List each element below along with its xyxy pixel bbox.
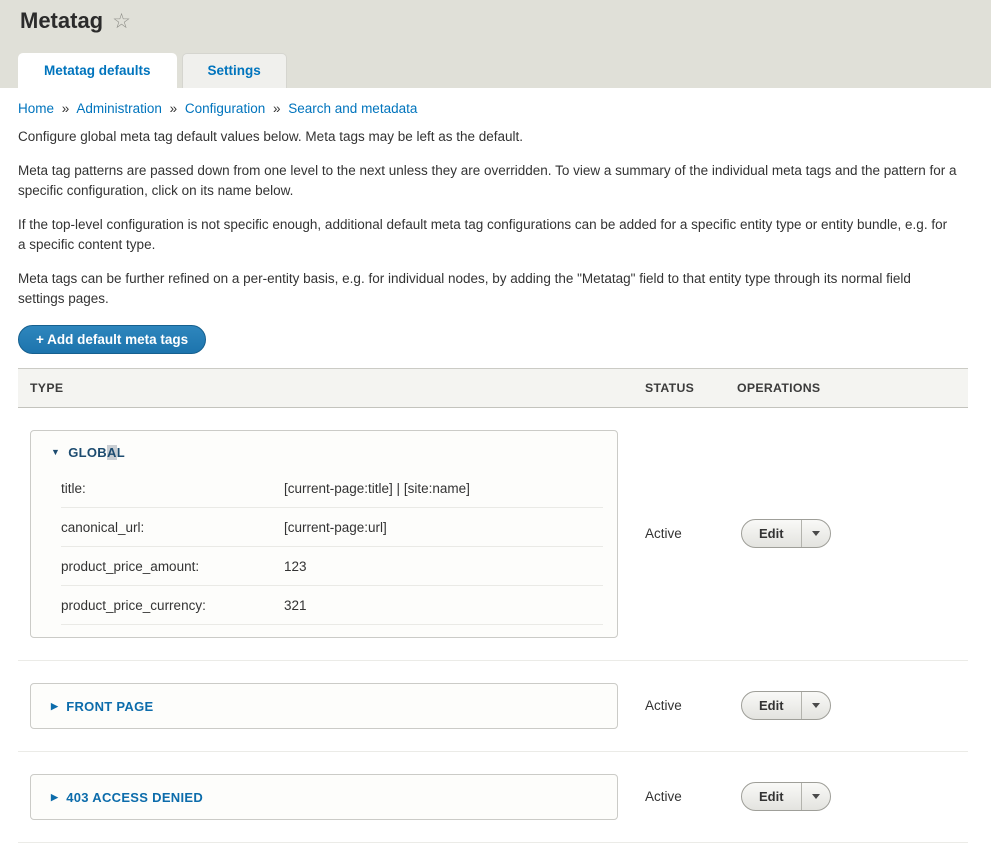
- status-badge: Active: [645, 526, 682, 541]
- status-badge: Active: [645, 789, 682, 804]
- meta-field-row: product_price_amount: 123: [61, 547, 603, 586]
- column-header-type: TYPE: [18, 381, 618, 395]
- page-header: Metatag ☆ Metatag defaults Settings: [0, 0, 991, 88]
- edit-split-button: Edit: [741, 691, 831, 720]
- collapse-expanded-icon: ▼: [51, 448, 60, 457]
- edit-dropdown-toggle[interactable]: [802, 783, 830, 810]
- breadcrumb-separator: »: [170, 101, 178, 116]
- fieldset-legend-403-access-denied[interactable]: ▶ 403 ACCESS DENIED: [31, 775, 617, 819]
- legend-text: FRONT PAGE: [66, 699, 153, 714]
- main-content: Home » Administration » Configuration » …: [0, 88, 991, 843]
- breadcrumb-link-administration[interactable]: Administration: [76, 101, 162, 116]
- page-title: Metatag ☆: [0, 0, 991, 34]
- meta-field-value: 123: [284, 559, 603, 574]
- page-title-text: Metatag: [20, 8, 103, 34]
- edit-split-button: Edit: [741, 782, 831, 811]
- fieldset-legend-global[interactable]: ▼ GLOBAL: [31, 431, 617, 469]
- intro-paragraph-1: Configure global meta tag default values…: [18, 127, 958, 148]
- meta-field-row: title: [current-page:title] | [site:name…: [61, 469, 603, 508]
- breadcrumb-separator: »: [62, 101, 70, 116]
- meta-field-label: product_price_currency:: [61, 598, 284, 613]
- meta-field-row: canonical_url: [current-page:url]: [61, 508, 603, 547]
- table-row-403-access-denied: ▶ 403 ACCESS DENIED Active Edit: [18, 752, 968, 843]
- edit-button[interactable]: Edit: [742, 520, 802, 547]
- fieldset-403-access-denied: ▶ 403 ACCESS DENIED: [30, 774, 618, 820]
- tab-settings[interactable]: Settings: [182, 53, 287, 88]
- meta-field-label: canonical_url:: [61, 520, 284, 535]
- legend-text: GLOBAL: [68, 445, 125, 460]
- meta-field-value: [current-page:title] | [site:name]: [284, 481, 603, 496]
- status-badge: Active: [645, 698, 682, 713]
- edit-dropdown-toggle[interactable]: [802, 692, 830, 719]
- table-row-global: ▼ GLOBAL title: [current-page:title] | […: [18, 408, 968, 661]
- meta-field-value: 321: [284, 598, 603, 613]
- favorite-star-icon[interactable]: ☆: [112, 11, 131, 32]
- meta-field-row: product_price_currency: 321: [61, 586, 603, 625]
- table-header-row: TYPE STATUS OPERATIONS: [18, 368, 968, 408]
- edit-dropdown-toggle[interactable]: [802, 520, 830, 547]
- text-selection-highlight: A: [107, 445, 117, 460]
- breadcrumb-link-search-and-metadata[interactable]: Search and metadata: [288, 101, 417, 116]
- breadcrumb: Home » Administration » Configuration » …: [18, 101, 968, 116]
- intro-paragraph-3: If the top-level configuration is not sp…: [18, 215, 958, 256]
- column-header-operations: OPERATIONS: [737, 381, 968, 395]
- edit-split-button: Edit: [741, 519, 831, 548]
- breadcrumb-separator: »: [273, 101, 281, 116]
- chevron-down-icon: [812, 794, 820, 799]
- fieldset-front-page: ▶ FRONT PAGE: [30, 683, 618, 729]
- collapse-collapsed-icon: ▶: [51, 793, 58, 802]
- legend-text: 403 ACCESS DENIED: [66, 790, 203, 805]
- meta-field-label: title:: [61, 481, 284, 496]
- intro-paragraph-2: Meta tag patterns are passed down from o…: [18, 161, 958, 202]
- add-default-meta-tags-button[interactable]: + Add default meta tags: [18, 325, 206, 354]
- meta-field-value: [current-page:url]: [284, 520, 603, 535]
- column-header-status: STATUS: [645, 381, 737, 395]
- breadcrumb-link-configuration[interactable]: Configuration: [185, 101, 265, 116]
- collapse-collapsed-icon: ▶: [51, 702, 58, 711]
- fieldset-legend-front-page[interactable]: ▶ FRONT PAGE: [31, 684, 617, 728]
- edit-button[interactable]: Edit: [742, 692, 802, 719]
- fieldset-global: ▼ GLOBAL title: [current-page:title] | […: [30, 430, 618, 638]
- defaults-table: TYPE STATUS OPERATIONS ▼ GLOBAL title: […: [18, 368, 968, 843]
- table-row-front-page: ▶ FRONT PAGE Active Edit: [18, 661, 968, 752]
- primary-tabs: Metatag defaults Settings: [18, 53, 287, 88]
- meta-field-label: product_price_amount:: [61, 559, 284, 574]
- edit-button[interactable]: Edit: [742, 783, 802, 810]
- intro-paragraph-4: Meta tags can be further refined on a pe…: [18, 269, 958, 310]
- chevron-down-icon: [812, 531, 820, 536]
- breadcrumb-link-home[interactable]: Home: [18, 101, 54, 116]
- chevron-down-icon: [812, 703, 820, 708]
- tab-metatag-defaults[interactable]: Metatag defaults: [18, 53, 177, 88]
